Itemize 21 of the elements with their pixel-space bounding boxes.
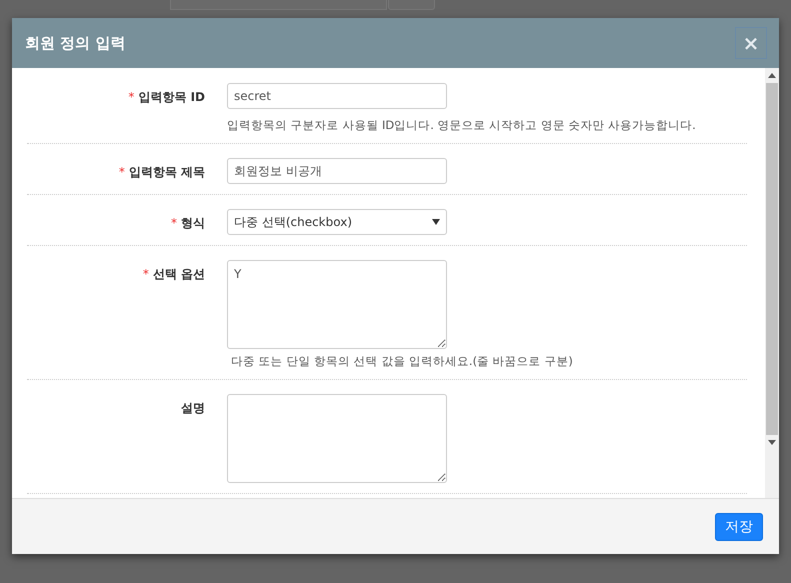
required-mark: * — [118, 165, 125, 179]
required-mark: * — [171, 216, 177, 230]
input-field[interactable]: secret — [227, 83, 447, 109]
help-text: 입력항목의 구분자로 사용될 ID입니다. 영문으로 시작하고 영문 숫자만 사용가능합니다. — [227, 118, 696, 133]
help-text: 다중 또는 단일 항목의 선택 값을 입력하세요.(줄 바꿈으로 구분) — [231, 354, 573, 369]
caret-icon — [432, 219, 440, 225]
required-mark: * — [142, 267, 149, 281]
field-label: 형식 — [181, 216, 205, 230]
text-area[interactable]: Y — [227, 260, 447, 349]
field-label: 입력항목 ID — [138, 90, 205, 104]
required-mark: * — [128, 90, 134, 104]
scroll-up-icon[interactable] — [768, 73, 776, 78]
dialog-title: 회원 정의 입력 — [25, 34, 126, 52]
input-field[interactable]: 회원정보 비공개 — [227, 158, 447, 184]
dropdown[interactable]: 다중 선택(checkbox) — [227, 209, 447, 235]
field-label: 입력항목 제목 — [128, 165, 205, 179]
field-label: 설명 — [181, 401, 205, 415]
save-button[interactable]: 저장 — [715, 512, 763, 540]
field-label: 선택 옵션 — [152, 267, 205, 281]
scroll-down-icon[interactable] — [768, 440, 776, 445]
scrollbar[interactable] — [765, 68, 779, 498]
